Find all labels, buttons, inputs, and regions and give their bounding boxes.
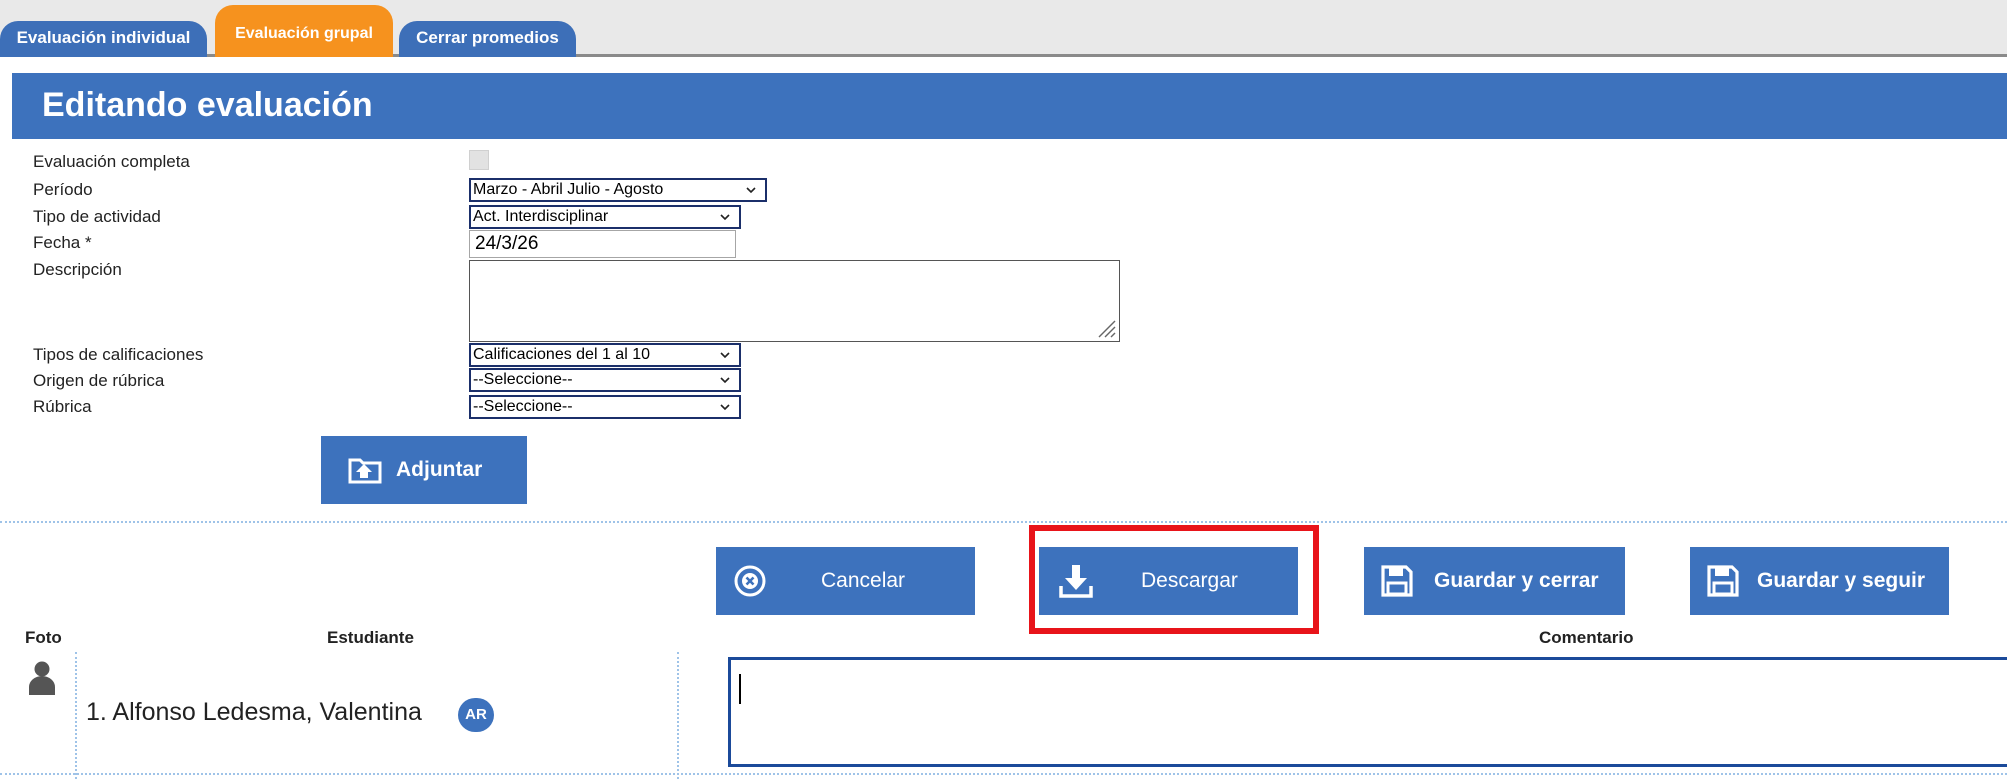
highlight-box [1029,525,1319,634]
adjuntar-button[interactable]: Adjuntar [321,436,527,504]
save-icon [1707,565,1739,597]
guardar-seguir-label: Guardar y seguir [1757,569,1926,592]
chevron-down-icon [720,404,730,411]
chevron-down-icon [720,377,730,384]
label-fecha: Fecha * [33,233,92,252]
origen-rubrica-select[interactable]: --Seleccione-- [469,368,741,392]
chevron-down-icon [720,214,730,221]
section-divider [0,521,2007,523]
tipo-actividad-value: Act. Interdisciplinar [473,208,609,225]
save-icon [1381,565,1413,597]
origen-rubrica-value: --Seleccione-- [473,371,573,388]
label-descripcion: Descripción [33,260,122,279]
label-tipo-actividad: Tipo de actividad [33,207,161,226]
page-title: Editando evaluación [42,86,373,124]
adjuntar-label: Adjuntar [396,458,483,481]
guardar-cerrar-label: Guardar y cerrar [1434,569,1599,592]
fecha-input[interactable]: 24/3/26 [469,230,736,258]
tab-evaluacion-individual[interactable]: Evaluación individual [0,21,207,57]
text-cursor [739,674,741,704]
column-divider [677,652,679,779]
chevron-down-icon [720,352,730,359]
column-divider [75,652,77,779]
tipos-calificaciones-select[interactable]: Calificaciones del 1 al 10 [469,343,741,367]
evaluacion-completa-checkbox[interactable] [469,150,489,170]
status-badge[interactable]: AR [458,698,494,732]
tipo-actividad-select[interactable]: Act. Interdisciplinar [469,205,741,229]
tab-cerrar-promedios[interactable]: Cerrar promedios [399,21,576,57]
row-divider [0,773,2007,775]
tipos-calificaciones-value: Calificaciones del 1 al 10 [473,346,650,363]
tab-evaluacion-grupal[interactable]: Evaluación grupal [215,5,393,57]
label-tipos-calificaciones: Tipos de calificaciones [33,345,204,364]
cancel-circle-icon [734,565,766,597]
rubrica-select[interactable]: --Seleccione-- [469,395,741,419]
tab-bar: Evaluación individual Evaluación grupal … [0,0,2007,57]
column-header-estudiante: Estudiante [327,628,414,647]
label-periodo: Período [33,180,93,199]
user-avatar-icon [29,661,55,695]
cancelar-button[interactable]: Cancelar [716,547,975,615]
label-origen-rubrica: Origen de rúbrica [33,371,165,390]
periodo-value: Marzo - Abril Julio - Agosto [473,181,664,198]
descripcion-textarea[interactable] [469,260,1120,342]
column-header-comentario: Comentario [1539,628,1634,647]
cancelar-label: Cancelar [821,569,906,592]
chevron-down-icon [746,187,756,194]
guardar-seguir-button[interactable]: Guardar y seguir [1690,547,1949,615]
resize-grip-icon[interactable] [1095,317,1117,339]
label-evaluacion-completa: Evaluación completa [33,152,190,171]
rubrica-value: --Seleccione-- [473,398,573,415]
page-header: Editando evaluación [12,73,2007,139]
label-rubrica: Rúbrica [33,397,92,416]
periodo-select[interactable]: Marzo - Abril Julio - Agosto [469,178,767,202]
attach-folder-icon [348,458,382,484]
column-header-foto: Foto [25,628,62,647]
comment-input[interactable] [728,657,2007,767]
student-name: 1. Alfonso Ledesma, Valentina [86,698,422,726]
guardar-cerrar-button[interactable]: Guardar y cerrar [1364,547,1625,615]
